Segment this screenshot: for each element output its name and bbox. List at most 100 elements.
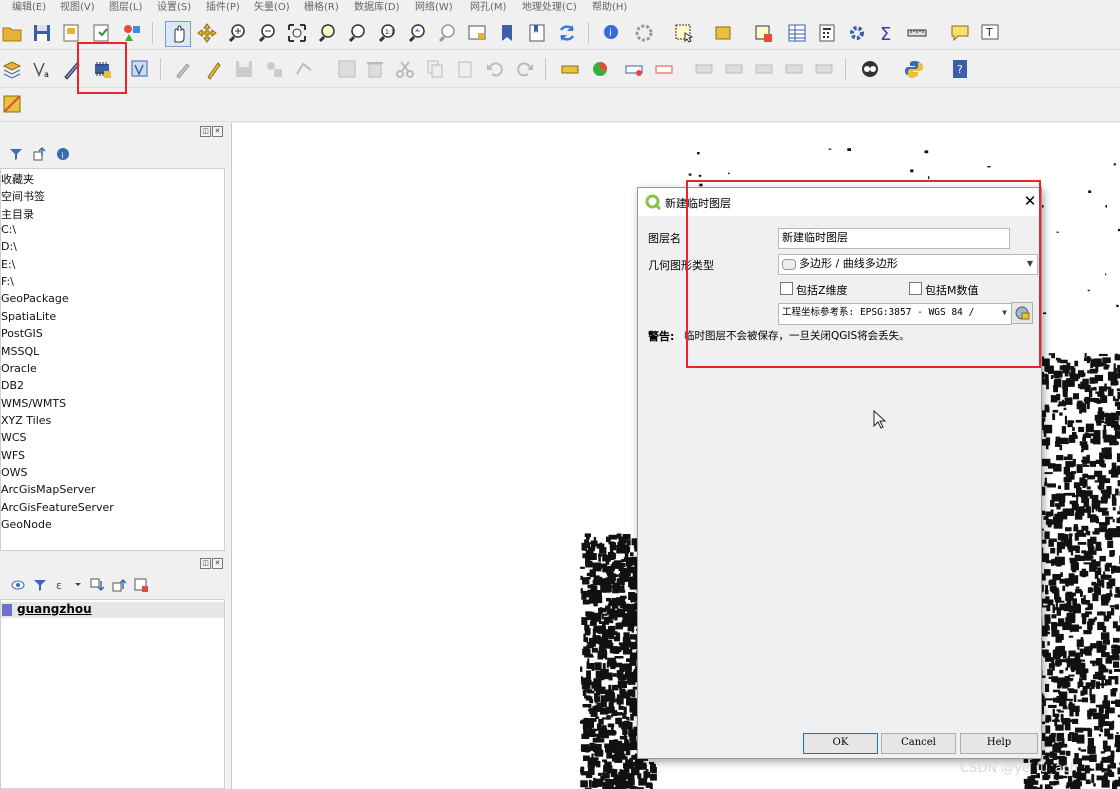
- zoom-full-icon[interactable]: [285, 21, 309, 45]
- remove-layer-icon[interactable]: [133, 577, 149, 593]
- menu-item[interactable]: 矢量(O): [254, 0, 290, 13]
- new-map-view-icon[interactable]: [465, 21, 489, 45]
- browser-item[interactable]: XYZ Tiles: [1, 414, 51, 427]
- enable-properties-icon[interactable]: i: [55, 146, 71, 162]
- open-layer-styling-icon[interactable]: [10, 577, 26, 593]
- browser-item[interactable]: 主目录: [1, 206, 34, 222]
- cut-features-icon[interactable]: [393, 57, 417, 81]
- browser-item[interactable]: Oracle: [1, 362, 37, 375]
- text-annotation-icon[interactable]: T: [978, 21, 1002, 45]
- browser-item[interactable]: ArcGisFeatureServer: [1, 501, 114, 514]
- menu-item[interactable]: 帮助(H): [592, 0, 627, 13]
- data-source-manager-icon[interactable]: [0, 57, 24, 81]
- pan-to-selection-icon[interactable]: [195, 21, 219, 45]
- copy-features-icon[interactable]: [423, 57, 447, 81]
- menu-item[interactable]: 网孔(M): [470, 0, 506, 13]
- browser-item[interactable]: GeoNode: [1, 518, 52, 531]
- zoom-last-icon[interactable]: [405, 21, 429, 45]
- map-tips-icon[interactable]: [948, 21, 972, 45]
- browser-item[interactable]: PostGIS: [1, 327, 43, 340]
- help-contents-icon[interactable]: ?: [948, 57, 972, 81]
- close-panel-icon[interactable]: ✕: [212, 126, 223, 137]
- zoom-to-layer-icon[interactable]: [345, 21, 369, 45]
- browser-item[interactable]: F:\: [1, 275, 14, 288]
- browser-item[interactable]: MSSQL: [1, 345, 39, 358]
- pan-map-icon[interactable]: [165, 21, 191, 47]
- menu-item[interactable]: 地理处理(C): [522, 0, 577, 13]
- zoom-native-resolution-icon[interactable]: 1:1: [375, 21, 399, 45]
- browser-tree[interactable]: 收藏夹 空间书签主目录 C:\ D:\ E:\ F:\ GeoPackage SpatiaLi…: [0, 168, 225, 551]
- browser-item[interactable]: ArcGisMapServer: [1, 483, 95, 496]
- layers-tree[interactable]: guangzhou: [0, 599, 225, 789]
- filter-by-expression-icon[interactable]: ε: [55, 577, 83, 593]
- menu-item[interactable]: 编辑(E): [12, 0, 46, 13]
- help-button[interactable]: Help: [960, 733, 1038, 754]
- refresh-icon[interactable]: [555, 21, 579, 45]
- measure-line-icon[interactable]: [905, 21, 929, 45]
- browser-item[interactable]: WFS: [1, 449, 25, 462]
- show-bookmarks-icon[interactable]: [525, 21, 549, 45]
- select-by-value-icon[interactable]: [712, 21, 736, 45]
- vertex-tool-icon[interactable]: [292, 57, 316, 81]
- zoom-in-icon[interactable]: [225, 21, 249, 45]
- menu-item[interactable]: 视图(V): [60, 0, 95, 13]
- processing-toolbox-icon[interactable]: [845, 21, 869, 45]
- select-features-icon[interactable]: [672, 21, 696, 45]
- new-bookmark-icon[interactable]: [495, 21, 519, 45]
- show-hide-labels-icon[interactable]: [692, 57, 716, 81]
- collapse-all-icon[interactable]: [32, 146, 48, 162]
- close-layers-panel-icon[interactable]: ✕: [212, 558, 223, 569]
- modify-attributes-icon[interactable]: [335, 57, 359, 81]
- browser-item[interactable]: 收藏夹: [1, 171, 34, 187]
- browser-item[interactable]: C:\: [1, 223, 16, 236]
- browser-item[interactable]: GeoPackage: [1, 292, 69, 305]
- change-label-icon[interactable]: [782, 57, 806, 81]
- redo-icon[interactable]: [513, 57, 537, 81]
- label-properties-icon[interactable]: [812, 57, 836, 81]
- rotate-label-icon[interactable]: [752, 57, 776, 81]
- open-project-icon[interactable]: [0, 21, 24, 45]
- browser-item[interactable]: D:\: [1, 240, 17, 253]
- pin-unpin-labels-icon[interactable]: [652, 57, 676, 81]
- statistical-summary-icon[interactable]: Σ: [875, 21, 899, 45]
- highlight-pinned-labels-icon[interactable]: [622, 57, 646, 81]
- zoom-next-icon[interactable]: [435, 21, 459, 45]
- browser-item[interactable]: DB2: [1, 379, 24, 392]
- label-layer-icon[interactable]: [558, 57, 582, 81]
- browser-item[interactable]: WMS/WMTS: [1, 397, 66, 410]
- toggle-editing-icon[interactable]: [202, 57, 226, 81]
- menu-item[interactable]: 栅格(R): [304, 0, 339, 13]
- new-virtual-layer-icon[interactable]: [128, 57, 152, 81]
- float-layers-panel-icon[interactable]: ◫: [200, 558, 211, 569]
- menu-item[interactable]: 插件(P): [206, 0, 240, 13]
- save-project-icon[interactable]: [30, 21, 54, 45]
- layer-diagram-icon[interactable]: [588, 57, 612, 81]
- filter-legend-icon[interactable]: [32, 577, 48, 593]
- menu-item[interactable]: 数据库(D): [354, 0, 400, 13]
- attribute-table-icon[interactable]: [785, 21, 809, 45]
- move-label-icon[interactable]: [722, 57, 746, 81]
- cancel-button[interactable]: Cancel: [881, 733, 956, 754]
- zoom-to-selection-icon[interactable]: [315, 21, 339, 45]
- undo-icon[interactable]: [483, 57, 507, 81]
- browser-item[interactable]: 空间书签: [1, 188, 45, 204]
- menu-item[interactable]: 设置(S): [157, 0, 191, 13]
- field-calculator-icon[interactable]: [815, 21, 839, 45]
- collapse-all-layers-icon[interactable]: [111, 577, 127, 593]
- zoom-out-icon[interactable]: [255, 21, 279, 45]
- browser-item[interactable]: E:\: [1, 258, 15, 271]
- expand-all-icon[interactable]: [89, 577, 105, 593]
- paste-features-icon[interactable]: [453, 57, 477, 81]
- float-panel-icon[interactable]: ◫: [200, 126, 211, 137]
- new-shapefile-layer-icon[interactable]: a: [30, 57, 54, 81]
- menu-item[interactable]: 图层(L): [109, 0, 142, 13]
- menu-item[interactable]: 网络(W): [415, 0, 453, 13]
- save-layer-edits-icon[interactable]: [232, 57, 256, 81]
- browser-item[interactable]: SpatiaLite: [1, 310, 56, 323]
- delete-selected-icon[interactable]: [363, 57, 387, 81]
- browser-item[interactable]: OWS: [1, 466, 28, 479]
- layer-row-guangzhou[interactable]: guangzhou: [1, 602, 224, 618]
- plugin-tool-icon[interactable]: [0, 92, 24, 116]
- deselect-all-icon[interactable]: [752, 21, 776, 45]
- run-feature-action-icon[interactable]: [632, 21, 656, 45]
